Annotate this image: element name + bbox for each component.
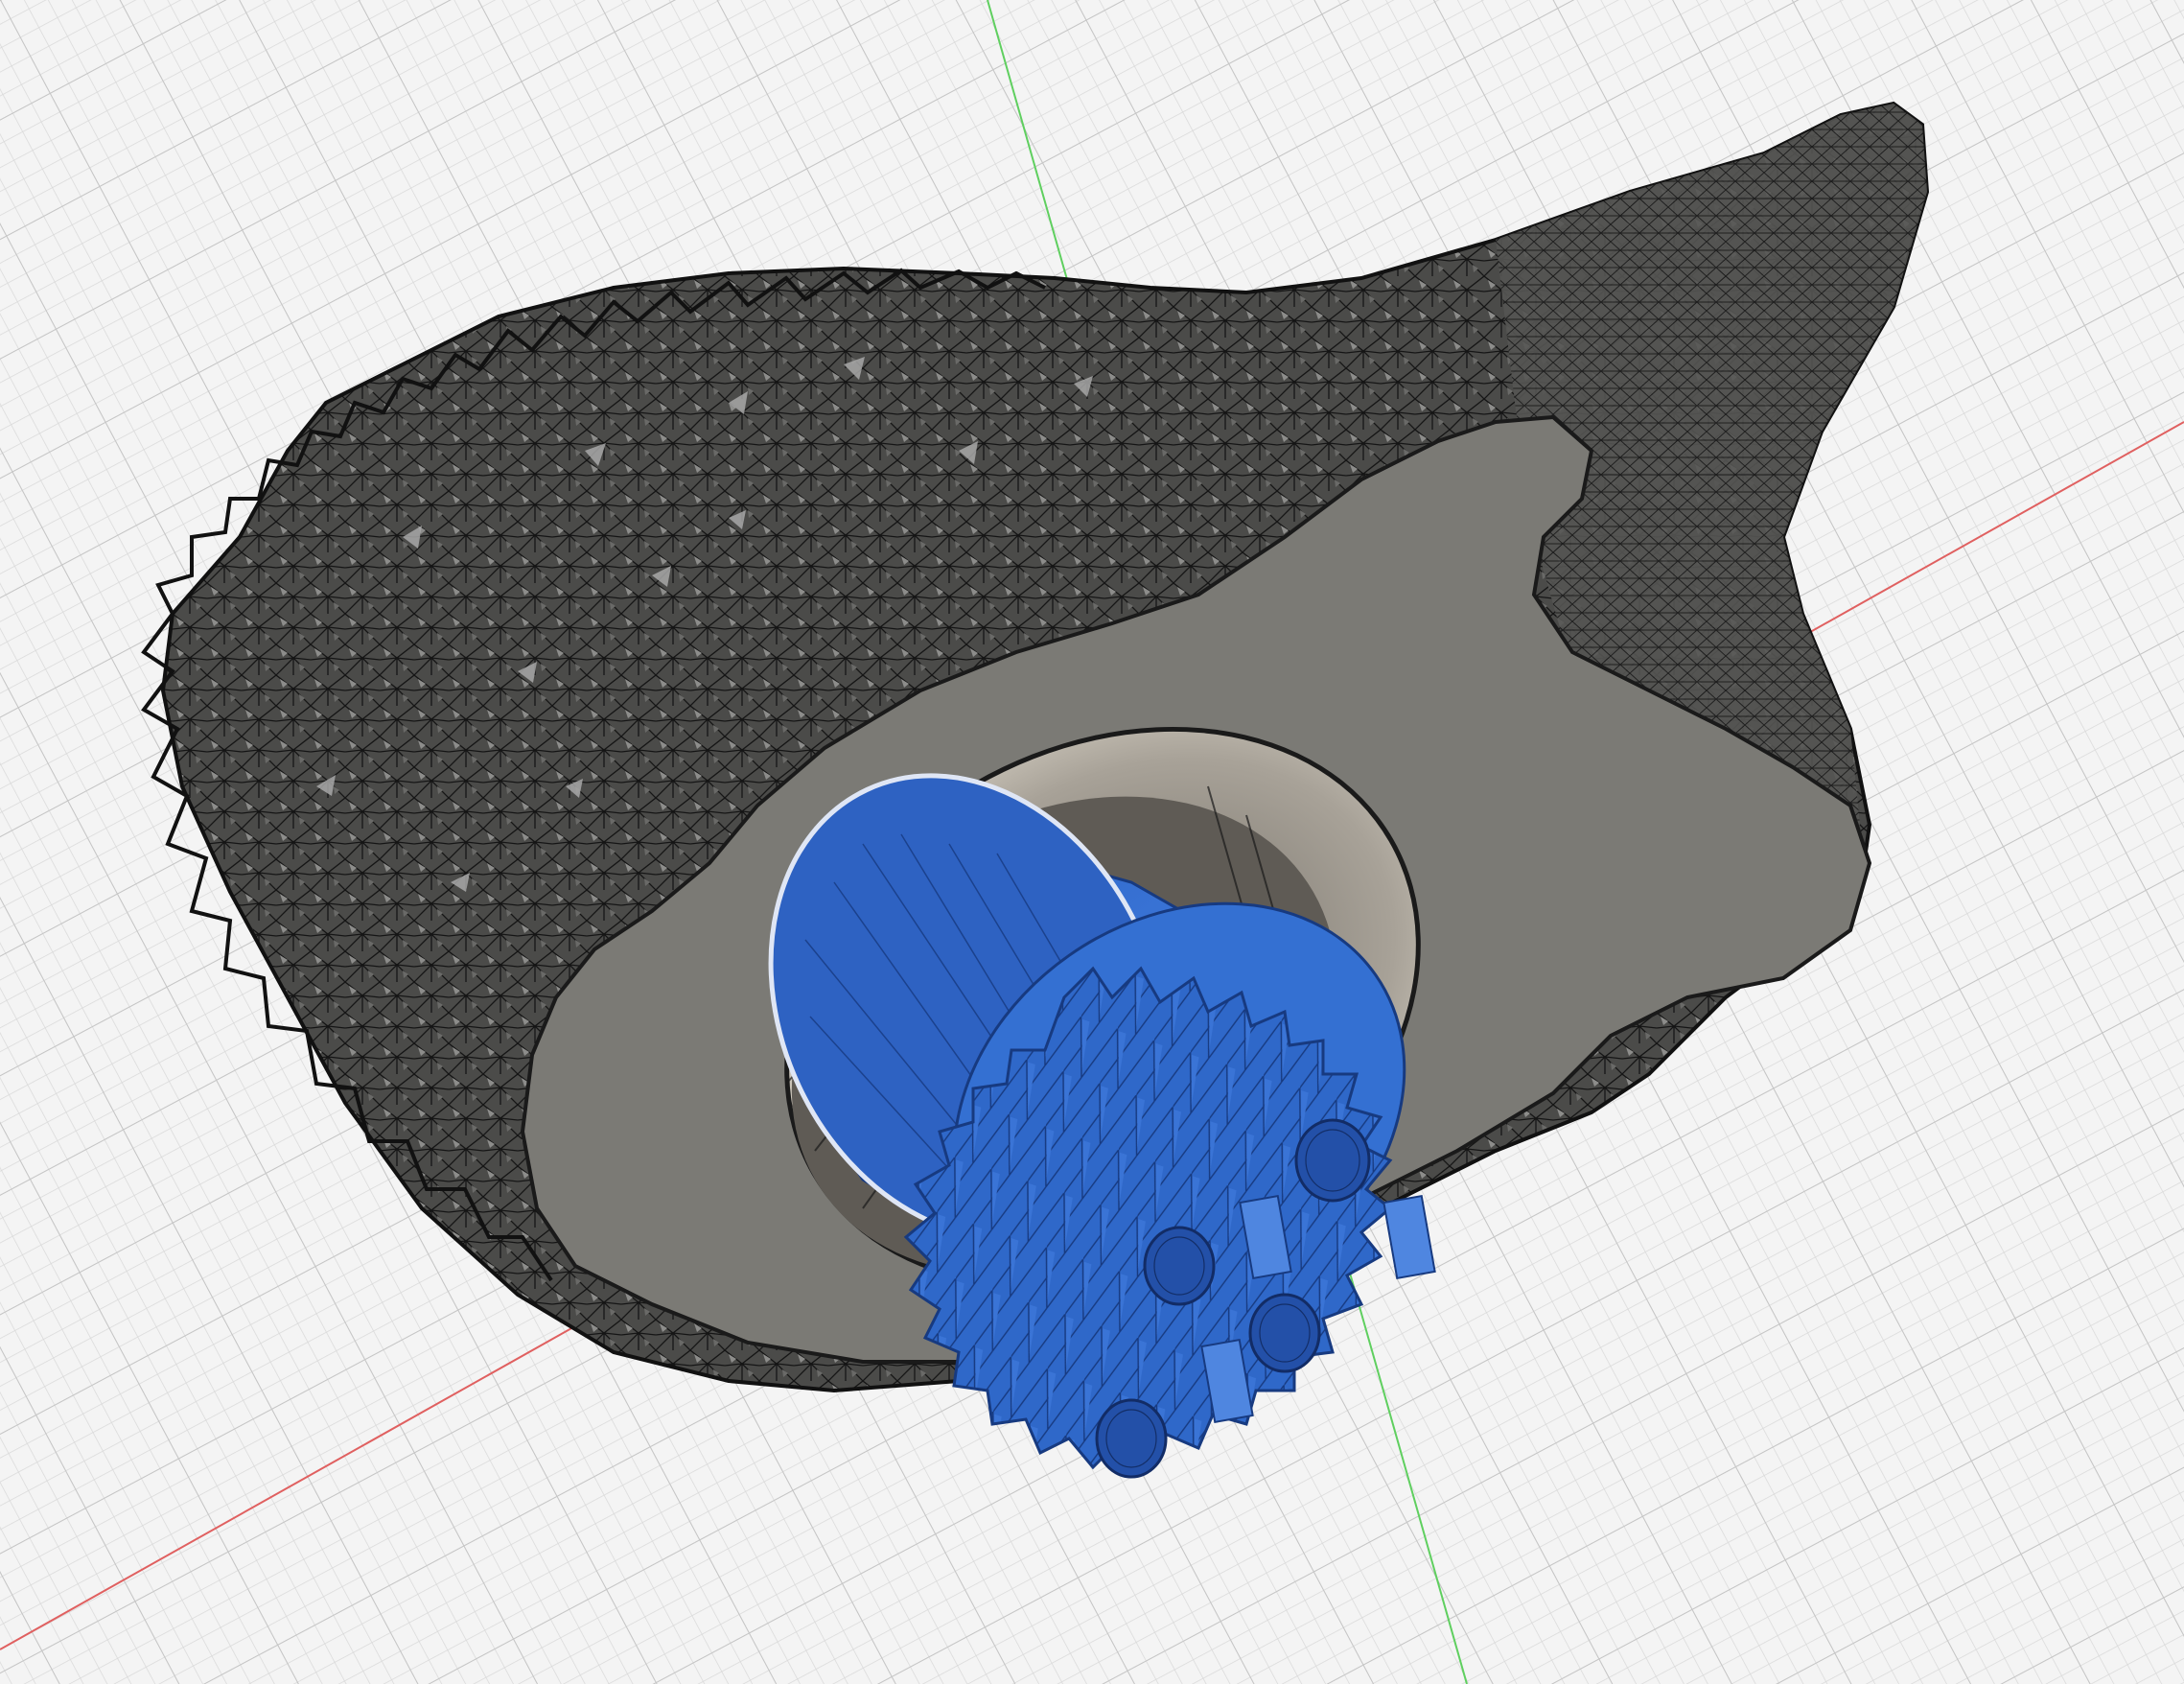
cad-3d-viewport[interactable] — [0, 0, 2184, 1684]
viewport-canvas[interactable] — [0, 0, 2184, 1684]
